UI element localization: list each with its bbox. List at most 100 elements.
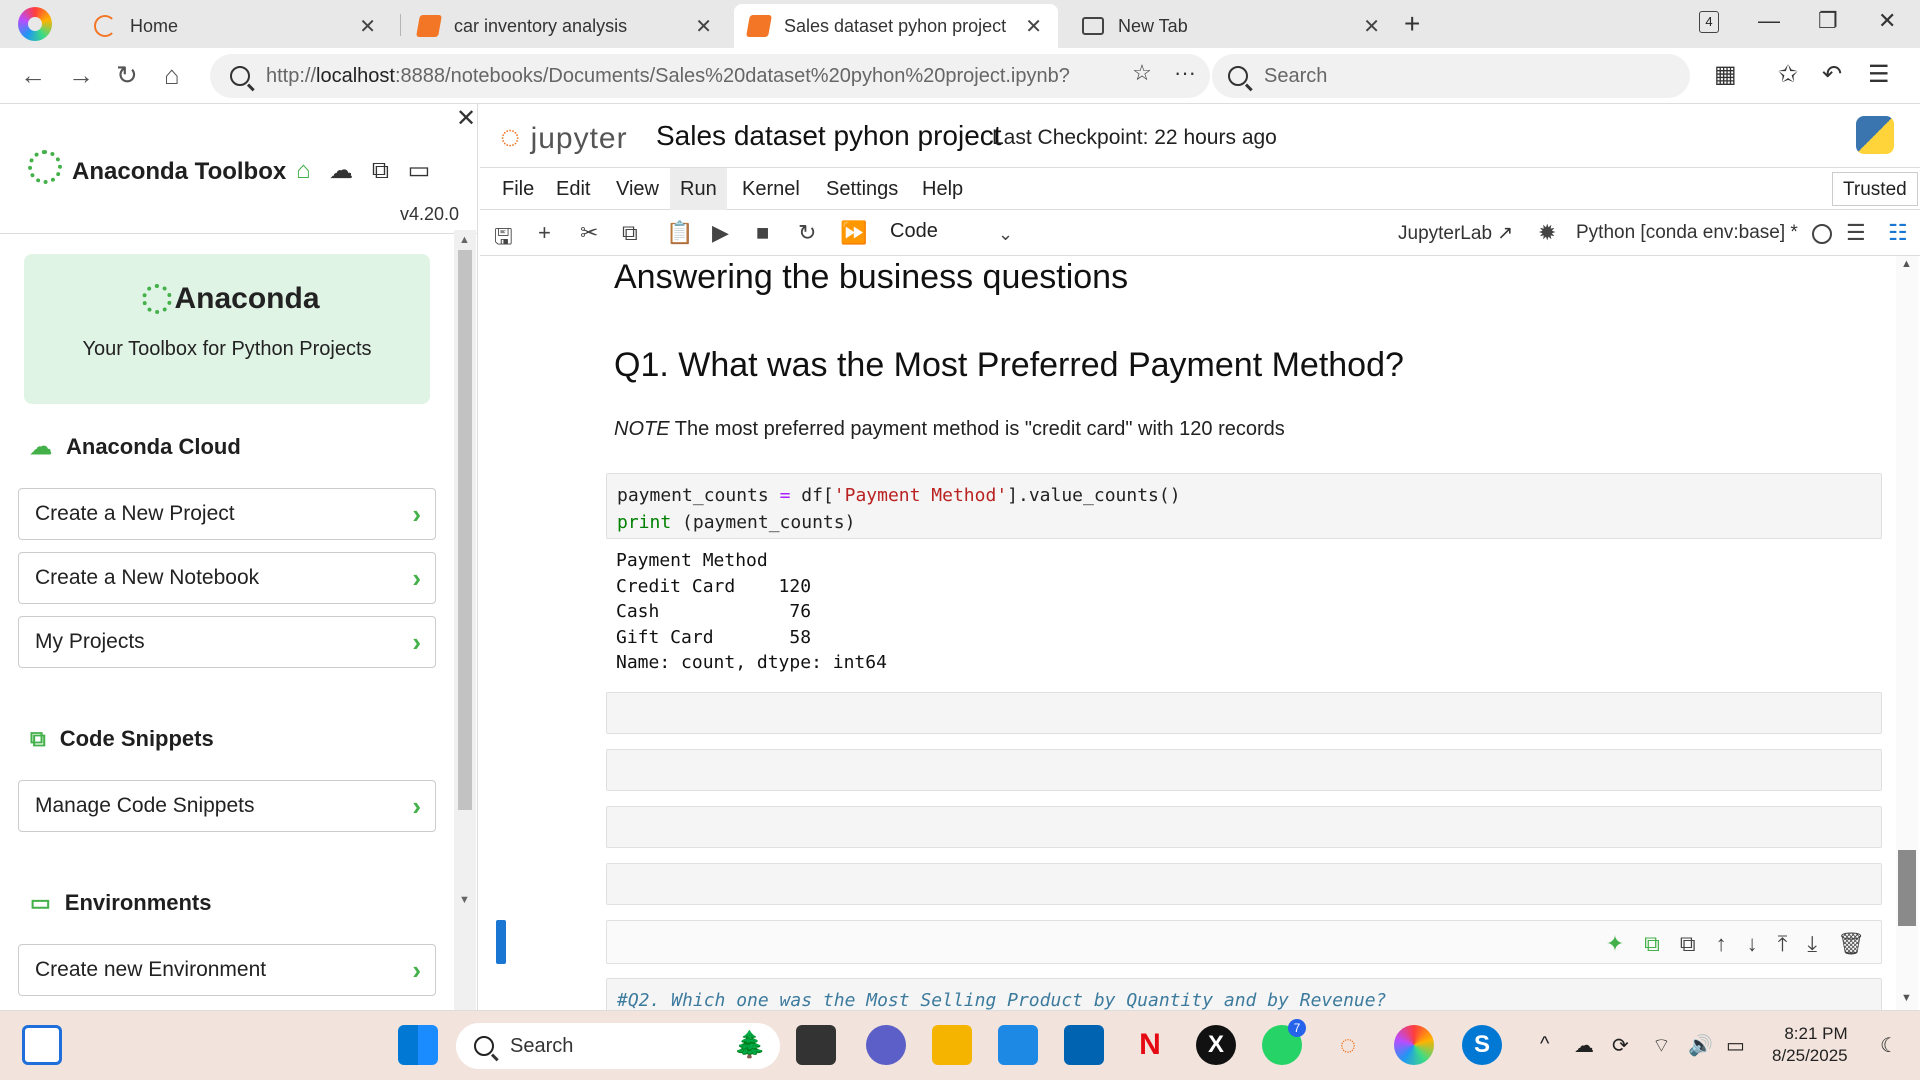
taskbar-search-input[interactable]: Search 🌲: [456, 1023, 780, 1069]
extensions-grid-icon[interactable]: ▦: [1714, 60, 1737, 89]
task-view-icon[interactable]: [796, 1025, 836, 1065]
menu-icon[interactable]: ☰: [1868, 60, 1890, 89]
home-icon[interactable]: ⌂: [164, 60, 180, 91]
tab-car-inventory[interactable]: car inventory analysis ✕: [404, 4, 728, 48]
minimize-icon[interactable]: —: [1758, 8, 1780, 34]
cloud-icon[interactable]: ☁: [329, 157, 359, 184]
close-icon[interactable]: ✕: [695, 14, 712, 39]
jupyter-logo[interactable]: ◌ jupyter: [500, 118, 628, 157]
forward-icon[interactable]: →: [68, 60, 94, 91]
sidebar-scrollbar[interactable]: ▲ ▼: [454, 230, 476, 1010]
teams-chat-icon[interactable]: [866, 1025, 906, 1065]
code-cell-editor[interactable]: payment_counts = df['Payment Method'].va…: [606, 473, 1882, 539]
system-clock[interactable]: 8:21 PM 8/25/2025: [1772, 1023, 1848, 1067]
photos-icon[interactable]: [998, 1025, 1038, 1065]
insert-below-icon[interactable]: ⤓: [1807, 931, 1817, 957]
create-new-project-button[interactable]: Create a New Project ›: [18, 488, 436, 540]
cut-icon[interactable]: ✂: [580, 220, 598, 246]
paste-icon[interactable]: 📋: [666, 220, 693, 246]
menu-settings[interactable]: Settings: [816, 168, 908, 210]
restart-icon[interactable]: ↻: [798, 220, 816, 246]
scrollbar-thumb[interactable]: [1898, 850, 1916, 926]
x-twitter-icon[interactable]: X: [1196, 1025, 1236, 1065]
scroll-down-icon[interactable]: ▼: [1901, 992, 1912, 1004]
volume-icon[interactable]: 🔊: [1688, 1033, 1713, 1058]
move-down-icon[interactable]: ↓: [1747, 931, 1758, 957]
browser-search-input[interactable]: Search: [1212, 54, 1690, 98]
battery-icon[interactable]: ▭: [1726, 1033, 1745, 1058]
more-options-icon[interactable]: ···: [1174, 60, 1196, 85]
history-undo-icon[interactable]: ↶: [1822, 60, 1842, 89]
my-projects-button[interactable]: My Projects ›: [18, 616, 436, 668]
sync-icon[interactable]: ⟳: [1612, 1033, 1629, 1058]
home-icon[interactable]: ⌂: [296, 157, 317, 184]
microsoft-store-icon[interactable]: [1064, 1025, 1104, 1065]
menu-file[interactable]: File: [492, 168, 544, 210]
close-window-icon[interactable]: ✕: [1878, 8, 1896, 34]
save-icon[interactable]: 🖫: [494, 220, 513, 258]
browser-app-icon[interactable]: [1394, 1025, 1434, 1065]
move-up-icon[interactable]: ↑: [1716, 931, 1727, 957]
windows-start-icon[interactable]: [398, 1025, 438, 1065]
tab-home[interactable]: Home ✕: [80, 4, 392, 48]
file-explorer-icon[interactable]: [932, 1025, 972, 1065]
favorites-icon[interactable]: ✩: [1778, 60, 1798, 89]
create-new-notebook-button[interactable]: Create a New Notebook ›: [18, 552, 436, 604]
close-icon[interactable]: ✕: [1363, 14, 1380, 39]
wifi-icon[interactable]: ⌔: [1652, 1033, 1671, 1058]
run-icon[interactable]: ▶: [712, 220, 729, 246]
fast-forward-icon[interactable]: ⏩: [840, 220, 867, 246]
notebook-name[interactable]: Sales dataset pyhon project: [656, 120, 1002, 152]
jupyter-app-icon[interactable]: ◌: [1328, 1025, 1368, 1065]
copy-icon[interactable]: ⧉: [622, 220, 638, 246]
empty-code-cell[interactable]: [606, 863, 1882, 905]
create-new-environment-button[interactable]: Create new Environment ›: [18, 944, 436, 996]
menu-view[interactable]: View: [606, 168, 669, 210]
empty-code-cell[interactable]: [606, 692, 1882, 734]
new-tab-button[interactable]: +: [1404, 8, 1420, 40]
skype-icon[interactable]: S: [1462, 1025, 1502, 1065]
debugger-bug-icon[interactable]: ✹: [1538, 220, 1556, 246]
close-icon[interactable]: ✕: [1025, 14, 1042, 39]
cell-type-select[interactable]: Code: [890, 220, 938, 243]
environment-icon[interactable]: ▭: [408, 157, 437, 184]
ai-sparkle-icon[interactable]: ✦: [1606, 931, 1624, 957]
scrollbar-thumb[interactable]: [458, 250, 472, 810]
scroll-up-icon[interactable]: ▲: [459, 234, 470, 246]
empty-code-cell[interactable]: [606, 806, 1882, 848]
tab-new-tab[interactable]: New Tab ✕: [1068, 4, 1396, 48]
code-icon[interactable]: ⧉: [372, 157, 395, 184]
delete-cell-icon[interactable]: 🗑: [1837, 931, 1865, 957]
property-inspector-icon[interactable]: ☷: [1888, 220, 1908, 246]
stop-icon[interactable]: ■: [756, 220, 769, 246]
close-icon[interactable]: ✕: [359, 14, 376, 39]
code-snippet-icon[interactable]: ⧉: [1644, 931, 1660, 957]
toc-list-icon[interactable]: ☰: [1846, 220, 1866, 246]
back-icon[interactable]: ←: [20, 60, 46, 91]
jupyterlab-link[interactable]: JupyterLab ↗: [1398, 222, 1513, 245]
menu-run[interactable]: Run: [670, 168, 727, 210]
code-cell-editor[interactable]: #Q2. Which one was the Most Selling Prod…: [606, 978, 1882, 1010]
chevron-down-icon[interactable]: ⌄: [998, 224, 1013, 245]
tab-sales-dataset[interactable]: Sales dataset pyhon project ✕: [734, 4, 1058, 48]
close-icon[interactable]: ✕: [456, 104, 476, 133]
menu-kernel[interactable]: Kernel: [732, 168, 810, 210]
menu-help[interactable]: Help: [912, 168, 973, 210]
tab-count-button[interactable]: 4: [1699, 11, 1719, 33]
netflix-icon[interactable]: N: [1130, 1025, 1170, 1065]
notifications-moon-icon[interactable]: ☾: [1880, 1033, 1898, 1058]
add-cell-icon[interactable]: +: [538, 220, 551, 246]
browser-logo-icon[interactable]: [18, 7, 52, 41]
scroll-down-icon[interactable]: ▼: [459, 894, 470, 906]
kernel-name[interactable]: Python [conda env:base] *: [1576, 222, 1798, 244]
manage-code-snippets-button[interactable]: Manage Code Snippets ›: [18, 780, 436, 832]
address-bar[interactable]: http://localhost:8888/notebooks/Document…: [210, 54, 1210, 98]
active-code-cell[interactable]: ✦ ⧉ ⧉ ↑ ↓ ⤒ ⤓ 🗑: [606, 920, 1882, 964]
insert-above-icon[interactable]: ⤒: [1778, 931, 1788, 957]
onedrive-icon[interactable]: ☁: [1574, 1033, 1594, 1058]
duplicate-cell-icon[interactable]: ⧉: [1680, 931, 1696, 957]
bookmark-star-icon[interactable]: ☆: [1132, 60, 1152, 85]
scroll-up-icon[interactable]: ▲: [1901, 258, 1912, 270]
menu-edit[interactable]: Edit: [546, 168, 600, 210]
widgets-icon[interactable]: [22, 1025, 62, 1065]
